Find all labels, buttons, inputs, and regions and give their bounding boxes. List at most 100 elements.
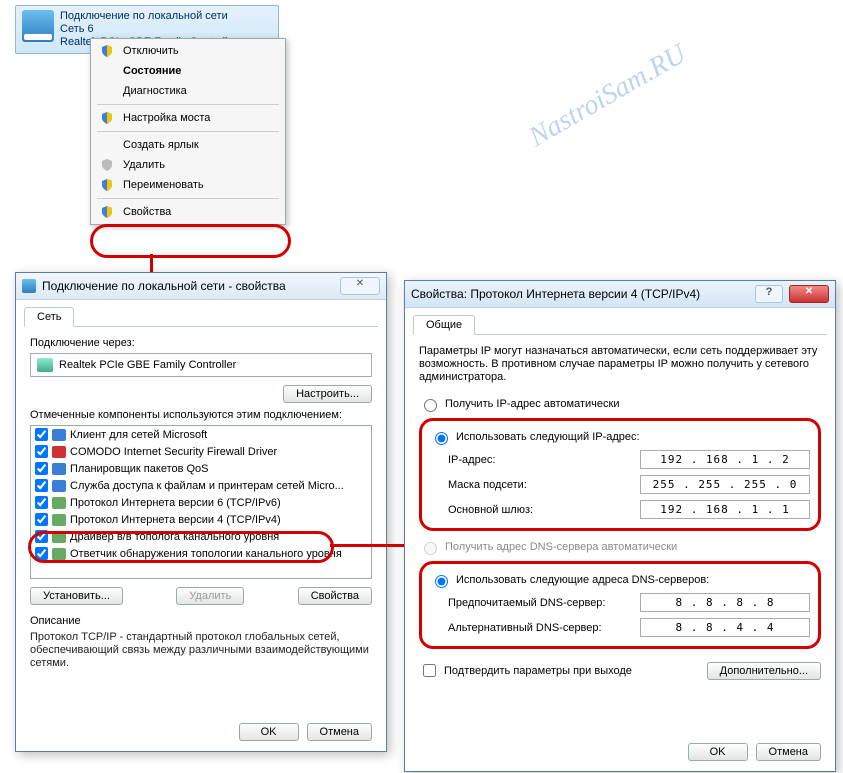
ctx-rename-label: Переименовать — [123, 179, 204, 191]
component-icon — [52, 531, 66, 543]
validate-checkbox[interactable] — [423, 664, 436, 677]
adapter-field[interactable]: Realtek PCIe GBE Family Controller — [30, 353, 372, 377]
list-item[interactable]: Драйвер в/в тополога канального уровня — [31, 528, 371, 545]
radio-label: Получить IP-адрес автоматически — [445, 398, 619, 410]
network-tile-line2: Сеть 6 — [60, 23, 237, 36]
list-item[interactable]: Планировщик пакетов QoS — [31, 460, 371, 477]
tab-network[interactable]: Сеть — [24, 307, 74, 327]
radio-use-ip[interactable]: Использовать следующий IP-адрес: — [430, 427, 810, 447]
list-item-label: Служба доступа к файлам и принтерам сете… — [70, 480, 344, 492]
checkbox[interactable] — [35, 428, 48, 441]
ok-button[interactable]: OK — [239, 723, 299, 741]
component-icon — [52, 463, 66, 475]
list-item-label: Драйвер в/в тополога канального уровня — [70, 531, 279, 543]
ctx-delete-label: Удалить — [123, 159, 165, 171]
ctx-rename[interactable]: Переименовать — [93, 175, 283, 195]
separator — [97, 198, 279, 199]
advanced-button[interactable]: Дополнительно... — [707, 662, 821, 680]
checkbox[interactable] — [35, 479, 48, 492]
list-item[interactable]: Ответчик обнаружения топологии канальног… — [31, 545, 371, 562]
ctx-properties[interactable]: Свойства — [93, 202, 283, 222]
ctx-shortcut[interactable]: Создать ярлык — [93, 135, 283, 155]
components-label: Отмеченные компоненты используются этим … — [30, 409, 372, 421]
list-item[interactable]: Клиент для сетей Microsoft — [31, 426, 371, 443]
radio[interactable] — [435, 575, 448, 588]
radio-auto-ip[interactable]: Получить IP-адрес автоматически — [419, 394, 821, 414]
dialog-title: Подключение по локальной сети - свойства — [42, 279, 334, 293]
close-button[interactable]: ✕ — [340, 277, 380, 295]
cancel-button[interactable]: Отмена — [307, 723, 372, 741]
radio-use-dns[interactable]: Использовать следующие адреса DNS-сервер… — [430, 570, 810, 590]
gateway-input[interactable]: 192 . 168 . 1 . 1 — [640, 500, 810, 519]
dialog-title: Свойства: Протокол Интернета версии 4 (T… — [411, 287, 749, 301]
network-tile-title: Подключение по локальной сети — [60, 10, 237, 23]
checkbox[interactable] — [35, 547, 48, 560]
list-item[interactable]: Служба доступа к файлам и принтерам сете… — [31, 477, 371, 494]
radio-label: Использовать следующие адреса DNS-сервер… — [456, 574, 709, 586]
dns2-input[interactable]: 8 . 8 . 4 . 4 — [640, 618, 810, 637]
ctx-shortcut-label: Создать ярлык — [123, 139, 199, 151]
list-item[interactable]: Протокол Интернета версии 6 (TCP/IPv6) — [31, 494, 371, 511]
ctx-properties-label: Свойства — [123, 206, 171, 218]
list-item-label: COMODO Internet Security Firewall Driver — [70, 446, 277, 458]
watermark: NastroiSam.RU — [524, 38, 692, 153]
description-text: Протокол TCP/IP - стандартный протокол г… — [30, 631, 372, 670]
list-item-label: Ответчик обнаружения топологии канальног… — [70, 548, 342, 560]
description-title: Описание — [30, 615, 372, 627]
highlight-frame-dns: Использовать следующие адреса DNS-сервер… — [419, 561, 821, 649]
close-button[interactable]: ✕ — [789, 285, 829, 303]
ctx-delete[interactable]: Удалить — [93, 155, 283, 175]
component-list[interactable]: Клиент для сетей Microsoft COMODO Intern… — [30, 425, 372, 579]
shield-icon — [101, 206, 113, 218]
checkbox[interactable] — [35, 496, 48, 509]
ctx-state[interactable]: Состояние — [93, 61, 283, 81]
radio-label: Использовать следующий IP-адрес: — [456, 431, 640, 443]
ctx-disable[interactable]: Отключить — [93, 41, 283, 61]
tab-general[interactable]: Общие — [413, 315, 475, 335]
component-icon — [52, 497, 66, 509]
shield-icon — [101, 112, 113, 124]
list-item-tcpip4[interactable]: Протокол Интернета версии 4 (TCP/IPv4) — [31, 511, 371, 528]
tabstrip: Общие — [413, 314, 827, 335]
remove-button[interactable]: Удалить — [176, 587, 244, 605]
ctx-diag[interactable]: Диагностика — [93, 81, 283, 101]
list-item-label: Клиент для сетей Microsoft — [70, 429, 207, 441]
cancel-button[interactable]: Отмена — [756, 743, 821, 761]
network-icon — [22, 10, 54, 42]
component-icon — [52, 446, 66, 458]
checkbox[interactable] — [35, 462, 48, 475]
ok-button[interactable]: OK — [688, 743, 748, 761]
mask-input[interactable]: 255 . 255 . 255 . 0 — [640, 475, 810, 494]
help-button[interactable]: ? — [755, 285, 783, 303]
dns1-input[interactable]: 8 . 8 . 8 . 8 — [640, 593, 810, 612]
radio[interactable] — [424, 399, 437, 412]
component-icon — [52, 480, 66, 492]
properties-button[interactable]: Свойства — [298, 587, 372, 605]
list-item[interactable]: COMODO Internet Security Firewall Driver — [31, 443, 371, 460]
dialog-titlebar: Подключение по локальной сети - свойства… — [16, 273, 386, 300]
tcpip4-properties-dialog: Свойства: Протокол Интернета версии 4 (T… — [404, 280, 836, 772]
ctx-bridge-label: Настройка моста — [123, 112, 210, 124]
validate-label: Подтвердить параметры при выходе — [444, 665, 632, 677]
component-icon — [52, 429, 66, 441]
network-icon — [22, 279, 36, 293]
ctx-disable-label: Отключить — [123, 45, 179, 57]
shield-icon — [101, 159, 113, 171]
adapter-name: Realtek PCIe GBE Family Controller — [59, 359, 236, 371]
checkbox[interactable] — [35, 530, 48, 543]
context-menu: Отключить Состояние Диагностика Настройк… — [90, 38, 286, 225]
ctx-diag-label: Диагностика — [123, 85, 187, 97]
tabstrip: Сеть — [24, 306, 378, 327]
separator — [97, 104, 279, 105]
mask-label: Маска подсети: — [448, 479, 527, 491]
list-item-label: Протокол Интернета версии 6 (TCP/IPv6) — [70, 497, 281, 509]
highlight-frame-ip: Использовать следующий IP-адрес: IP-адре… — [419, 418, 821, 531]
checkbox[interactable] — [35, 513, 48, 526]
ip-input[interactable]: 192 . 168 . 1 . 2 — [640, 450, 810, 469]
checkbox[interactable] — [35, 445, 48, 458]
dns1-label: Предпочитаемый DNS-сервер: — [448, 597, 605, 609]
install-button[interactable]: Установить... — [30, 587, 123, 605]
radio[interactable] — [435, 432, 448, 445]
configure-button[interactable]: Настроить... — [283, 385, 372, 403]
ctx-bridge[interactable]: Настройка моста — [93, 108, 283, 128]
